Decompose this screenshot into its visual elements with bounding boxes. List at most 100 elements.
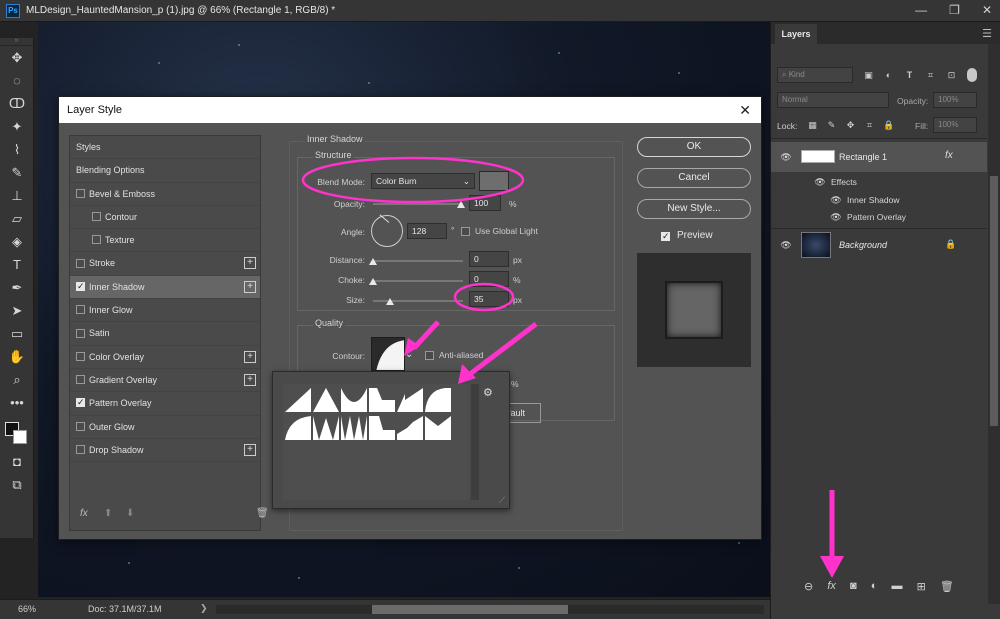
contour-preset-bumpy-icon[interactable] [425,414,451,440]
distance-slider[interactable] [373,260,463,262]
checkbox[interactable] [76,280,85,292]
contour-preset-ring-double-icon[interactable] [285,414,311,440]
fx-badge[interactable]: fx [945,150,953,161]
checkbox[interactable] [76,258,85,268]
paint-bucket-icon[interactable]: ◈ [0,230,34,253]
preview-checkbox[interactable] [661,230,670,242]
lock-all-icon[interactable]: 🔒 [883,120,894,131]
eyedropper-icon[interactable]: ⌇ [0,138,34,161]
visibility-eye-icon[interactable]: 👁 [829,195,843,205]
choke-input[interactable]: 0 [469,271,509,287]
path-selection-icon[interactable]: ➤ [0,299,34,322]
filter-toggle-icon[interactable] [967,68,977,82]
resize-grip-icon[interactable]: ⟋ [499,495,505,506]
delete-effect-icon[interactable]: 🗑 [256,508,269,519]
move-icon[interactable]: ✥ [0,46,34,69]
toolbar-grip[interactable]: » [0,37,33,46]
effect-row-inner-shadow[interactable]: 👁 Inner Shadow [771,191,987,208]
lock-pixels-icon[interactable]: ✎ [826,120,837,131]
style-item-contour[interactable]: Contour [70,206,260,230]
fx-icon[interactable]: fx [827,580,836,592]
link-icon[interactable]: ⊖ [804,580,813,593]
visibility-eye-icon[interactable]: 👁 [779,152,793,162]
layer-name[interactable]: Background [839,240,887,250]
contour-picker[interactable] [371,337,405,371]
filter-type-icon[interactable]: T [904,70,915,81]
contour-preset-gaussian-icon[interactable] [369,386,395,412]
marquee-icon[interactable]: ◌ [0,69,34,92]
tab-layers[interactable]: Layers [775,24,817,44]
adjustment-icon[interactable]: ◐ [871,580,878,592]
effect-name[interactable]: Pattern Overlay [847,212,906,222]
contour-dropdown-chevron-icon[interactable]: ⌄ [405,349,413,360]
dialog-close-button[interactable]: ✕ [739,97,751,123]
panel-menu-icon[interactable]: ☰ [982,27,992,40]
eraser-icon[interactable]: ▱ [0,207,34,230]
contour-preset-cove-icon[interactable] [341,386,367,412]
style-item-drop-shadow[interactable]: Drop Shadow + [70,439,260,463]
brush-icon[interactable]: ✎ [0,161,34,184]
filter-smart-object-icon[interactable]: ⊡ [946,70,957,81]
rectangle-icon[interactable]: ▭ [0,322,34,345]
status-menu-arrow-icon[interactable]: ❯ [200,603,208,614]
color-swatches[interactable] [0,414,33,450]
checkbox[interactable] [76,188,85,198]
add-style-icon[interactable]: + [244,280,256,293]
add-style-icon[interactable]: + [244,443,256,456]
lock-transparent-icon[interactable]: ▦ [807,120,818,131]
style-item-pattern-overlay[interactable]: Pattern Overlay [70,392,260,416]
style-item-inner-glow[interactable]: Inner Glow [70,299,260,323]
lasso-icon[interactable]: ↀ [0,92,34,115]
maximize-button[interactable]: ❐ [949,3,960,17]
folder-icon[interactable]: ▬ [892,580,903,592]
new-layer-icon[interactable]: ⊞ [917,580,926,593]
more-tools-icon[interactable]: ••• [0,391,34,414]
zoom-level[interactable]: 66% [18,604,36,614]
style-item-satin[interactable]: Satin [70,322,260,346]
style-item-outer-glow[interactable]: Outer Glow [70,416,260,439]
blend-mode-select[interactable]: Color Burn ⌄ [371,173,475,189]
contour-preset-notch-icon[interactable] [369,414,395,440]
style-item-texture[interactable]: Texture [70,229,260,253]
layer-blend-mode-select[interactable]: Normal [777,92,889,108]
layer-filter-select[interactable]: ⌕ Kind [777,67,853,83]
size-slider-knob[interactable] [386,298,394,305]
checkbox[interactable] [76,375,85,385]
zoom-icon[interactable]: ⌕ [0,368,34,391]
distance-slider-knob[interactable] [369,258,377,265]
angle-dial[interactable] [371,214,403,247]
opacity-slider[interactable] [373,203,463,205]
background-color-swatch[interactable] [13,430,27,444]
style-item-inner-shadow[interactable]: Inner Shadow+ [70,275,260,300]
type-icon[interactable]: T [0,253,34,276]
filter-shape-icon[interactable]: ⌗ [925,70,936,81]
opacity-input[interactable]: 100 [469,195,501,211]
pen-icon[interactable]: ✒ [0,276,34,299]
filter-pixel-icon[interactable]: ▣ [863,70,874,81]
move-down-icon[interactable]: ⬇ [126,508,134,519]
contour-preset-steps-icon[interactable] [397,414,423,440]
checkbox[interactable] [76,305,85,315]
shadow-color-swatch[interactable] [479,171,509,191]
checkbox[interactable] [76,351,85,361]
style-item-stroke[interactable]: Stroke + [70,252,260,276]
checkbox[interactable] [76,421,85,431]
choke-slider-knob[interactable] [369,278,377,285]
styles-header[interactable]: Styles [70,136,260,160]
contour-preset-half-round-icon[interactable] [397,386,423,412]
layer-fill-input[interactable]: 100% [933,117,977,133]
screen-mode-icon[interactable]: ⧉ [0,473,34,496]
quick-mask-icon[interactable]: ◘ [0,450,34,473]
horizontal-scrollbar[interactable] [216,605,764,614]
choke-slider[interactable] [373,280,463,282]
layer-opacity-input[interactable]: 100% [933,92,977,108]
visibility-eye-icon[interactable]: 👁 [829,212,843,222]
lock-position-icon[interactable]: ✥ [845,120,856,131]
gear-icon[interactable]: ⚙ [483,386,493,399]
lock-artboard-icon[interactable]: ⌗ [864,120,875,131]
opacity-slider-knob[interactable] [457,201,465,208]
flyout-scrollbar[interactable] [471,384,479,500]
layer-name[interactable]: Rectangle 1 [839,152,887,162]
style-item-gradient-overlay[interactable]: Gradient Overlay + [70,369,260,393]
fx-menu-icon[interactable]: fx [80,508,88,519]
